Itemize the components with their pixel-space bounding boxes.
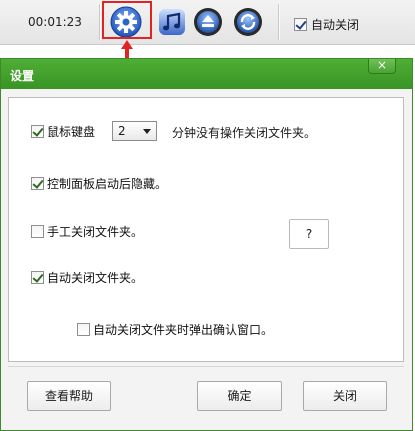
- footer-divider: [8, 366, 404, 367]
- minutes-suffix-label: 分钟没有操作关闭文件夹。: [172, 126, 317, 140]
- auto-close-label: 自动关闭: [311, 18, 360, 32]
- auto-close-folder-label: 自动关闭文件夹。: [47, 271, 144, 285]
- mouse-keyboard-label: 鼠标键盘: [47, 125, 96, 139]
- option-auto-close-folder[interactable]: 自动关闭文件夹。: [31, 269, 143, 286]
- toolbar-separator: [278, 4, 279, 40]
- dialog-titlebar: 设置 ×: [1, 59, 412, 89]
- auto-close-checkbox[interactable]: [294, 18, 307, 31]
- dialog-title: 设置: [10, 69, 35, 83]
- option-mouse-keyboard[interactable]: 鼠标键盘: [31, 123, 95, 140]
- mouse-keyboard-checkbox[interactable]: [31, 125, 44, 138]
- option-hide-on-start[interactable]: 控制面板启动后隐藏。: [31, 175, 167, 192]
- chevron-down-icon: [143, 128, 151, 134]
- highlight-box: [102, 1, 152, 39]
- confirm-popup-checkbox[interactable]: [77, 323, 90, 336]
- manual-close-checkbox[interactable]: [31, 225, 44, 238]
- close-button[interactable]: 关闭: [303, 381, 387, 411]
- music-note-icon[interactable]: [156, 6, 188, 38]
- toolbar-separator: [99, 4, 100, 40]
- refresh-icon[interactable]: [232, 6, 264, 38]
- option-confirm-popup[interactable]: 自动关闭文件夹时弹出确认窗口。: [77, 321, 273, 338]
- option-manual-close[interactable]: 手工关闭文件夹。: [31, 223, 143, 240]
- auto-close-folder-checkbox[interactable]: [31, 271, 44, 284]
- confirm-popup-label: 自动关闭文件夹时弹出确认窗口。: [93, 323, 274, 337]
- help-question-button[interactable]: ?: [289, 219, 329, 249]
- help-button[interactable]: 查看帮助: [27, 381, 111, 411]
- hide-on-start-checkbox[interactable]: [31, 177, 44, 190]
- auto-close-toggle[interactable]: 自动关闭: [294, 16, 359, 33]
- top-toolbar: 00:01:23 自动关闭: [0, 0, 415, 45]
- hide-on-start-label: 控制面板启动后隐藏。: [47, 177, 168, 191]
- settings-dialog: 设置 × 鼠标键盘 2 分钟没有操作关闭文件夹。 控制面板启动后隐藏。 手工关闭…: [0, 58, 413, 431]
- ok-button[interactable]: 确定: [197, 381, 282, 411]
- minutes-value: 2: [118, 124, 126, 138]
- minutes-dropdown[interactable]: 2: [112, 121, 157, 141]
- dialog-close-button[interactable]: ×: [368, 59, 396, 74]
- manual-close-label: 手工关闭文件夹。: [47, 225, 144, 239]
- eject-disc-icon[interactable]: [192, 6, 224, 38]
- timer-display: 00:01:23: [28, 15, 82, 29]
